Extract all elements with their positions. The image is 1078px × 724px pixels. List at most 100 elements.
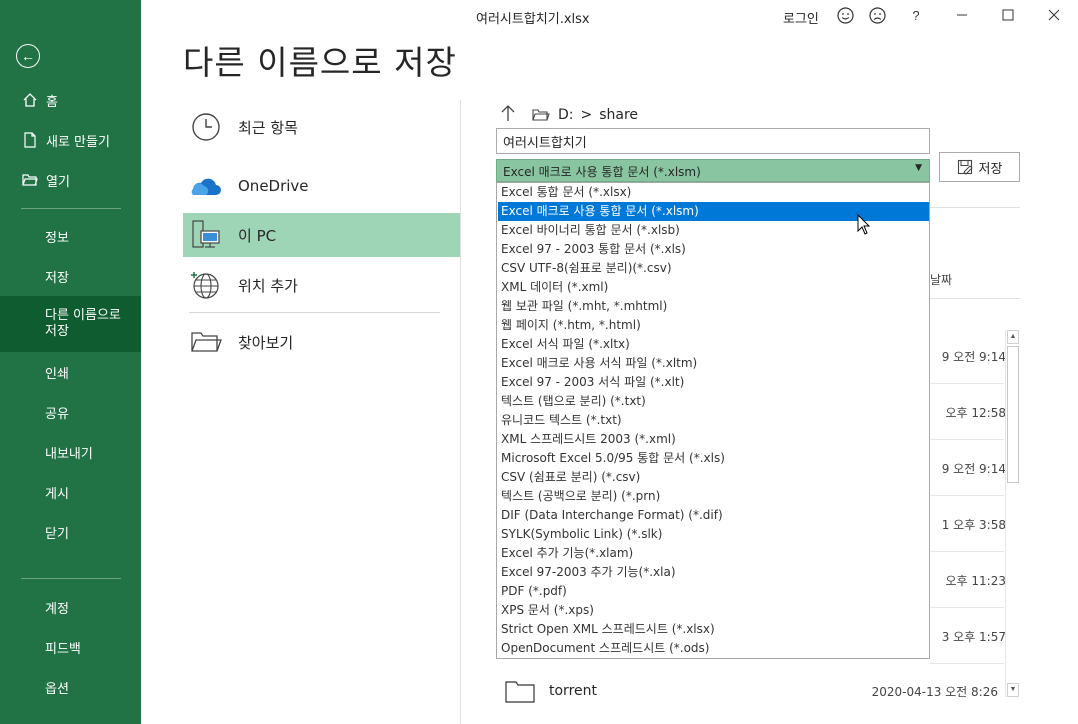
filetype-option[interactable]: XML 스프레드시트 2003 (*.xml)	[498, 430, 929, 449]
up-arrow-icon[interactable]	[500, 103, 516, 127]
title-bar: 여러시트합치기.xlsx 로그인 ?	[141, 0, 1078, 32]
scroll-up-icon[interactable]: ▲	[1007, 330, 1019, 344]
signin-link[interactable]: 로그인	[783, 8, 819, 27]
nav-feedback[interactable]: 피드백	[0, 628, 141, 666]
nav-account-label: 계정	[45, 601, 69, 617]
row-divider	[930, 439, 1004, 440]
filetype-option[interactable]: Strict Open XML 스프레드시트 (*.xlsx)	[498, 620, 929, 639]
frown-feedback-icon[interactable]	[867, 5, 887, 25]
folder-name: torrent	[549, 683, 597, 699]
nav-publish-label: 게시	[45, 486, 69, 502]
nav-print-label: 인쇄	[45, 366, 69, 382]
back-button[interactable]: ←	[16, 44, 40, 68]
nav-options[interactable]: 옵션	[0, 668, 141, 706]
filetype-option[interactable]: 텍스트 (공백으로 분리) (*.prn)	[498, 487, 929, 506]
divider	[930, 298, 1020, 299]
folder-icon	[532, 108, 550, 122]
filetype-option[interactable]: Excel 97-2003 추가 기능(*.xla)	[498, 563, 929, 582]
nav-export[interactable]: 내보내기	[0, 433, 141, 471]
nav-new[interactable]: 새로 만들기	[0, 121, 141, 159]
save-button-label: 저장	[978, 161, 1003, 177]
row-divider	[930, 495, 1004, 496]
path-folder[interactable]: share	[599, 107, 638, 123]
row-divider	[930, 383, 1004, 384]
nav-save-as-label: 다른 이름으로 저장	[45, 308, 121, 339]
file-date: 1 오후 3:58	[941, 518, 1006, 532]
nav-home[interactable]: 홈	[0, 81, 141, 119]
filetype-option[interactable]: Excel 매크로 사용 서식 파일 (*.xltm)	[498, 354, 929, 373]
filetype-option[interactable]: DIF (Data Interchange Format) (*.dif)	[498, 506, 929, 525]
filetype-selected: Excel 매크로 사용 통합 문서 (*.xlsm)	[503, 165, 701, 179]
location-this-pc[interactable]: 이 PC	[183, 213, 460, 257]
nav-info[interactable]: 정보	[0, 217, 141, 255]
open-folder-icon	[20, 173, 40, 187]
nav-account[interactable]: 계정	[0, 588, 141, 626]
filetype-option[interactable]: 웹 페이지 (*.htm, *.html)	[498, 316, 929, 335]
nav-save-as[interactable]: 다른 이름으로 저장	[0, 296, 141, 352]
nav-open[interactable]: 열기	[0, 161, 141, 199]
filetype-option[interactable]: SYLK(Symbolic Link) (*.slk)	[498, 525, 929, 544]
filetype-option[interactable]: 웹 보관 파일 (*.mht, *.mhtml)	[498, 297, 929, 316]
file-date: 3 오후 1:57	[941, 630, 1006, 644]
nav-close[interactable]: 닫기	[0, 513, 141, 551]
locations-divider	[189, 312, 440, 313]
file-list-scrollbar[interactable]: ▲ ▼	[1005, 330, 1019, 697]
filetype-option[interactable]: XPS 문서 (*.xps)	[498, 601, 929, 620]
filename-input[interactable]: 여러시트합치기	[496, 128, 930, 154]
folder-icon	[505, 679, 535, 703]
location-add[interactable]: 위치 추가	[183, 263, 460, 307]
filetype-option[interactable]: 텍스트 (탭으로 분리) (*.txt)	[498, 392, 929, 411]
nav-save[interactable]: 저장	[0, 257, 141, 295]
date-column-header[interactable]: 날짜	[930, 271, 952, 288]
scroll-thumb[interactable]	[1007, 346, 1019, 483]
page-title: 다른 이름으로 저장	[183, 43, 457, 82]
computer-icon	[189, 218, 223, 252]
folder-date: 2020-04-13 오전 8:26	[871, 684, 998, 699]
file-date: 오후 11:23	[945, 574, 1006, 588]
new-file-icon	[20, 132, 40, 148]
smile-feedback-icon[interactable]	[835, 5, 855, 25]
nav-divider	[21, 578, 121, 579]
close-icon[interactable]	[1044, 5, 1064, 25]
location-recent[interactable]: 최근 항목	[183, 105, 460, 149]
nav-publish[interactable]: 게시	[0, 473, 141, 511]
filetype-option[interactable]: CSV (쉼표로 분리) (*.csv)	[498, 468, 929, 487]
filetype-option[interactable]: Microsoft Excel 5.0/95 통합 문서 (*.xls)	[498, 449, 929, 468]
help-icon[interactable]: ?	[906, 5, 926, 25]
filetype-option[interactable]: CSV UTF-8(쉼표로 분리)(*.csv)	[498, 259, 929, 278]
save-icon	[957, 159, 973, 175]
filetype-option[interactable]: PDF (*.pdf)	[498, 582, 929, 601]
row-divider	[930, 663, 1004, 664]
home-icon	[20, 92, 40, 108]
back-arrow-icon: ←	[21, 48, 35, 64]
row-divider	[930, 607, 1004, 608]
filetype-option[interactable]: Excel 추가 기능(*.xlam)	[498, 544, 929, 563]
filetype-option[interactable]: Excel 97 - 2003 서식 파일 (*.xlt)	[498, 373, 929, 392]
save-button[interactable]: 저장	[939, 152, 1020, 182]
nav-info-label: 정보	[45, 230, 69, 246]
nav-print[interactable]: 인쇄	[0, 353, 141, 391]
filetype-option[interactable]: Excel 서식 파일 (*.xltx)	[498, 335, 929, 354]
filetype-option[interactable]: Excel 97 - 2003 통합 문서 (*.xls)	[498, 240, 929, 259]
nav-home-label: 홈	[46, 94, 58, 110]
filetype-option[interactable]: 유니코드 텍스트 (*.txt)	[498, 411, 929, 430]
location-recent-label: 최근 항목	[238, 118, 298, 137]
filetype-option[interactable]: Excel 통합 문서 (*.xlsx)	[498, 183, 929, 202]
nav-feedback-label: 피드백	[45, 641, 81, 657]
filetype-select[interactable]: Excel 매크로 사용 통합 문서 (*.xlsm) ▼	[496, 159, 930, 182]
location-browse-label: 찾아보기	[238, 333, 294, 352]
path-drive[interactable]: D:	[558, 107, 574, 123]
location-onedrive-label: OneDrive	[238, 177, 309, 195]
scroll-down-icon[interactable]: ▼	[1007, 683, 1019, 697]
maximize-icon[interactable]	[998, 5, 1018, 25]
nav-share-label: 공유	[45, 406, 69, 422]
divider	[930, 207, 1020, 208]
location-onedrive[interactable]: OneDrive	[183, 164, 460, 208]
minimize-icon[interactable]	[952, 5, 972, 25]
nav-share[interactable]: 공유	[0, 393, 141, 431]
nav-new-label: 새로 만들기	[46, 134, 110, 150]
filetype-option[interactable]: OpenDocument 스프레드시트 (*.ods)	[498, 639, 929, 658]
filetype-option[interactable]: XML 데이터 (*.xml)	[498, 278, 929, 297]
location-browse[interactable]: 찾아보기	[183, 320, 460, 364]
list-item[interactable]: torrent 2020-04-13 오전 8:26	[505, 676, 1005, 706]
